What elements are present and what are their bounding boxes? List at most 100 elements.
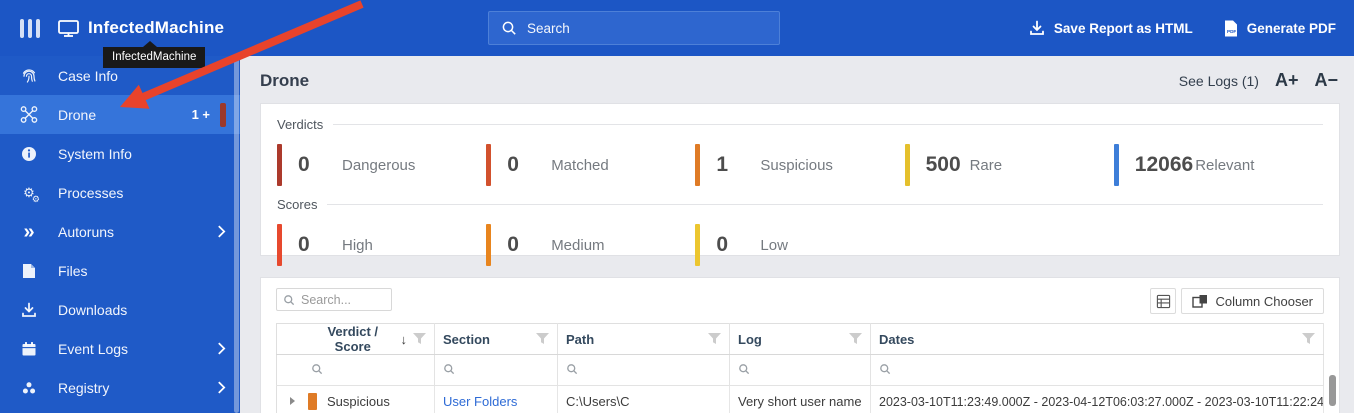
dates-value: 2023-03-10T11:23:49.000Z - 2023-04-12T06… — [879, 394, 1324, 409]
stat-color-bar — [695, 144, 701, 186]
stat-suspicious: 1 Suspicious — [695, 143, 904, 187]
divider-line — [327, 203, 1323, 205]
table-body: Suspicious User Folders C:\Users\C Very sho… — [276, 354, 1324, 413]
global-search[interactable] — [488, 11, 780, 45]
sidebar-item-autoruns[interactable]: » Autoruns — [0, 212, 240, 251]
filter-funnel-icon[interactable] — [536, 333, 549, 345]
stat-label: Rare — [969, 156, 1003, 174]
stat-label: Low — [760, 236, 788, 254]
sort-descending-icon[interactable]: ↓ — [401, 332, 408, 347]
column-label: Verdict / Score — [327, 324, 379, 354]
stat-label: High — [342, 236, 373, 254]
stat-high: 0 High — [277, 223, 486, 267]
column-label: Dates — [879, 331, 915, 347]
table-search-input[interactable] — [301, 292, 385, 307]
stat-value: 0 — [716, 233, 729, 256]
scores-row: 0 High 0 Medium 0 Low — [277, 223, 1323, 267]
chevron-right-icon — [217, 225, 226, 238]
cell-path: C:\Users\C — [557, 385, 730, 413]
filter-funnel-icon[interactable] — [413, 333, 426, 345]
column-chooser-icon — [1192, 294, 1208, 308]
search-icon — [501, 20, 517, 36]
sidebar-scrollbar[interactable] — [234, 56, 239, 413]
stat-color-bar — [695, 224, 701, 266]
table-search[interactable] — [276, 288, 392, 311]
stat-label: Relevant — [1195, 156, 1255, 174]
generate-pdf-label: Generate PDF — [1246, 20, 1336, 36]
cell-verdict-score: Suspicious — [276, 385, 435, 413]
stat-low: 0 Low — [695, 223, 904, 267]
filter-cell-path[interactable] — [557, 354, 730, 386]
sidebar-item-system-info[interactable]: System Info — [0, 134, 240, 173]
sidebar-item-label: Registry — [58, 379, 110, 396]
results-table: Verdict / Score ↓ Section Path Log Dates Susp… — [276, 323, 1324, 413]
filter-cell-section[interactable] — [434, 354, 558, 386]
chevron-right-icon — [217, 381, 226, 394]
filter-funnel-icon[interactable] — [708, 333, 721, 345]
generate-pdf-button[interactable]: PDF Generate PDF — [1223, 20, 1336, 37]
sidebar-item-drone[interactable]: Drone 1 + — [0, 95, 240, 134]
stat-value: 0 — [298, 233, 310, 256]
table-row[interactable]: Suspicious User Folders C:\Users\C Very sho… — [276, 385, 1324, 413]
stat-label: Medium — [551, 236, 605, 254]
alert-bar — [220, 102, 226, 127]
stat-value: 500 — [925, 153, 961, 176]
header-row: Verdict / Score ↓ Section Path Log Dates — [276, 323, 1324, 355]
column-header-path[interactable]: Path — [557, 323, 730, 355]
fingerprint-icon — [20, 67, 38, 85]
sidebar-item-event-logs[interactable]: Event Logs — [0, 329, 240, 368]
cell-search-icon — [566, 363, 578, 375]
expand-row-icon[interactable] — [290, 397, 295, 405]
verdict-color-box — [308, 392, 317, 410]
save-report-html-label: Save Report as HTML — [1053, 20, 1193, 36]
stat-value: 0 — [507, 153, 519, 176]
gears-icon: ⚙ ⚙ — [23, 185, 40, 204]
cell-section: User Folders — [434, 385, 558, 413]
filter-cell-dates[interactable] — [870, 354, 1324, 386]
filter-cell-verdict-score[interactable] — [276, 354, 435, 386]
section-link[interactable]: User Folders — [443, 394, 517, 409]
font-decrease-button[interactable]: A− — [1314, 70, 1338, 91]
stat-value: 12066 — [1134, 153, 1194, 176]
filter-funnel-icon[interactable] — [1302, 333, 1315, 345]
sidebar-item-registry[interactable]: Registry — [0, 368, 240, 407]
column-header-log[interactable]: Log — [729, 323, 871, 355]
column-header-section[interactable]: Section — [434, 323, 558, 355]
filter-cell-log[interactable] — [729, 354, 871, 386]
verdict-label: Suspicious — [327, 393, 390, 409]
stat-matched: 0 Matched — [486, 143, 695, 187]
sidebar-item-downloads[interactable]: Downloads — [0, 290, 240, 329]
cell-dates: 2023-03-10T11:23:49.000Z - 2023-04-12T06… — [870, 385, 1324, 413]
menu-toggle-icon[interactable] — [20, 18, 40, 38]
column-header-dates[interactable]: Dates — [870, 323, 1324, 355]
sidebar-item-processes[interactable]: ⚙ ⚙ Processes — [0, 173, 240, 212]
stat-color-bar — [277, 144, 282, 186]
export-xlsx-button[interactable] — [1150, 288, 1177, 314]
column-label: Log — [738, 331, 762, 347]
download-icon — [1029, 20, 1045, 36]
global-search-input[interactable] — [527, 20, 767, 36]
sidebar-item-label: Processes — [58, 184, 124, 201]
table-vertical-scrollbar[interactable] — [1329, 375, 1336, 406]
sidebar-item-label: Drone — [58, 106, 97, 123]
machine-name-title[interactable]: InfectedMachine — [88, 18, 224, 38]
stat-color-bar — [486, 224, 492, 266]
log-value: Very short user name — [738, 393, 862, 409]
sidebar-item-files[interactable]: Files — [0, 251, 240, 290]
column-chooser-button[interactable]: Column Chooser — [1181, 288, 1324, 314]
drone-icon — [20, 106, 38, 124]
font-increase-button[interactable]: A+ — [1275, 70, 1299, 91]
sidebar-item-label: Event Logs — [58, 340, 129, 357]
double-chevron-icon: » — [23, 220, 35, 243]
see-logs-link[interactable]: See Logs (1) — [1179, 73, 1259, 89]
stat-dangerous: 0 Dangerous — [277, 143, 486, 187]
save-report-html-button[interactable]: Save Report as HTML — [1029, 20, 1193, 36]
stat-relevant: 12066 Relevant — [1113, 143, 1323, 187]
summary-card: Verdicts 0 Dangerous 0 Matched 1 Suspicious 50… — [260, 103, 1340, 266]
filter-funnel-icon[interactable] — [849, 333, 862, 345]
pdf-file-icon: PDF — [1223, 20, 1238, 37]
stat-medium: 0 Medium — [486, 223, 695, 267]
stat-value: 0 — [507, 233, 519, 256]
column-header-verdict-score[interactable]: Verdict / Score ↓ — [276, 323, 435, 355]
search-icon — [283, 294, 295, 306]
